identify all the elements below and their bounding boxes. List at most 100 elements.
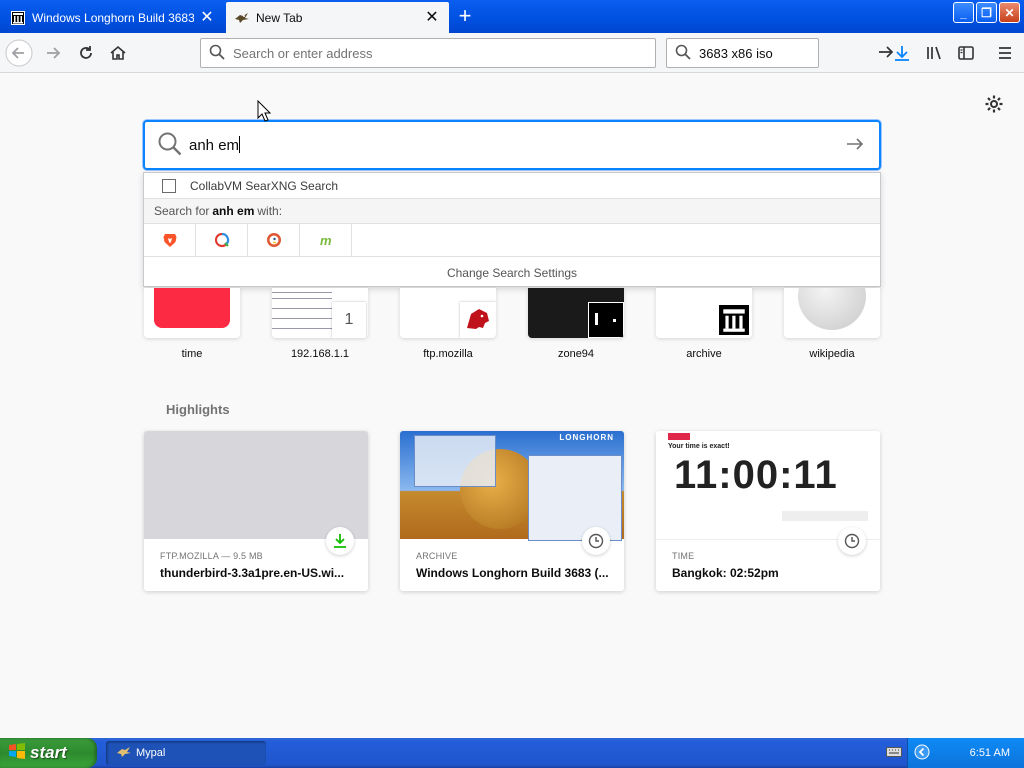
qwant-icon [214,232,229,248]
taskbar-item-mypal[interactable]: Mypal [106,741,266,765]
home-button[interactable] [104,39,132,67]
start-label: start [30,743,67,762]
taskbar: start Mypal 6:51 AM [0,738,1024,768]
highlight-image: Your time is exact! 11:00:11 [656,431,880,540]
newtab-search-box[interactable]: anh em [143,120,881,170]
suggestion-row[interactable]: CollabVM SearXNG Search [144,173,880,199]
time-caption: Your time is exact! [668,443,730,450]
search-input[interactable] [697,44,877,62]
top-site-time[interactable]: time [144,288,240,360]
download-icon [895,46,909,61]
highlight-source: ARCHIVE [416,551,458,561]
library-icon [927,46,941,60]
highlight-source: TIME [672,551,695,561]
top-site-badge: 1 [332,302,366,338]
forward-arrow-icon [47,47,61,59]
change-search-settings-button[interactable]: Change Search Settings [144,257,880,289]
close-tab-icon[interactable]: ✕ [425,9,439,25]
search-engine-list: m [144,224,880,257]
reload-button[interactable] [72,39,100,67]
highlight-card[interactable]: LONGHORN ARCHIVE Windows Longhorn Build … [400,431,624,591]
wikipedia-globe-icon [798,288,866,330]
taskbar-item-label: Mypal [136,747,166,759]
archive-icon [716,302,752,338]
time-logo [154,288,230,328]
suggestion-checkbox[interactable] [162,178,176,193]
search-go-arrow-icon[interactable] [845,134,865,157]
tray-collapse-icon[interactable] [914,744,930,763]
change-search-settings-label: Change Search Settings [446,266,578,280]
search-bar[interactable] [666,38,894,68]
top-site-zone94[interactable]: zone94 [528,288,624,360]
forward-button[interactable] [39,39,67,67]
top-site-thumbnail [656,288,752,338]
close-tab-icon[interactable]: ✕ [200,9,214,25]
menu-button[interactable] [991,39,1019,67]
restore-button[interactable]: ❐ [976,2,997,23]
search-icon [209,44,225,63]
duckduckgo-icon [266,233,281,247]
svg-text:m: m [320,233,332,248]
sidebar-icon [958,46,974,60]
download-icon [326,527,354,555]
highlight-title: Bangkok: 02:52pm [672,566,779,580]
reload-icon [80,46,92,59]
highlight-image: LONGHORN [400,431,624,541]
address-bar[interactable] [200,38,656,68]
minimize-button[interactable]: _ [953,2,974,23]
back-arrow-icon [5,39,33,67]
top-site-label: zone94 [557,348,595,360]
search-for-row: Search for anh em with: [144,199,880,224]
top-site-192-168-1-1[interactable]: 1 192.168.1.1 [272,288,368,360]
newtab-search-input[interactable]: anh em [189,136,845,154]
back-button[interactable] [5,39,33,67]
engine-brave[interactable] [144,224,196,256]
tab-label: Windows Longhorn Build 3683 (x86 [32,10,194,25]
top-site-label: ftp.mozilla [423,348,473,360]
highlight-title: Windows Longhorn Build 3683 (... [416,566,609,580]
top-site-label: time [181,348,203,360]
nav-toolbar [0,33,1024,73]
engine-qwant[interactable] [196,224,248,256]
close-window-button[interactable]: ✕ [999,2,1020,23]
library-button[interactable] [920,39,948,67]
highlight-card[interactable]: Your time is exact! 11:00:11 TIME Bangko… [656,431,880,591]
highlight-card[interactable]: FTP.MOZILLA — 9.5 MB thunderbird-3.3a1pr… [144,431,368,591]
top-site-wikipedia[interactable]: wikipedia [784,288,880,360]
tab-new-tab[interactable]: New Tab ✕ [226,2,449,33]
suggestion-label: CollabVM SearXNG Search [190,178,339,193]
engine-duckduckgo[interactable] [248,224,300,256]
home-icon [110,45,126,60]
gear-icon[interactable] [984,94,1004,114]
keyboard-icon[interactable] [886,746,902,761]
top-site-ftp-mozilla[interactable]: ftp.mozilla [400,288,496,360]
tab-label: New Tab [256,10,303,25]
hamburger-icon [999,47,1011,59]
window-controls: _ ❐ ✕ [953,2,1020,23]
downloads-button[interactable] [888,39,916,67]
sidebar-button[interactable] [952,39,980,67]
clock[interactable]: 6:51 AM [970,747,1010,759]
top-site-thumbnail [400,288,496,338]
search-icon [675,44,691,63]
search-for-prefix: Search for [154,204,210,218]
top-site-archive[interactable]: archive [656,288,752,360]
longhorn-logo-text: LONGHORN [559,433,614,442]
top-site-label: wikipedia [809,348,855,360]
address-input[interactable] [231,44,655,62]
zone94-icon [588,302,624,338]
highlight-title: thunderbird-3.3a1pre.en-US.wi... [160,566,345,580]
time-table [782,511,868,521]
mozilla-dino-icon [460,302,496,338]
search-for-suffix: with: [257,204,283,218]
brave-icon [163,234,176,247]
engine-mojeek[interactable]: m [300,224,352,256]
mojeek-icon: m [320,233,332,248]
new-tab-button[interactable]: + [452,4,478,30]
tab-strip: Windows Longhorn Build 3683 (x86 ✕ New T… [0,0,1024,33]
time-is-tag [668,433,690,440]
start-button[interactable]: start [0,738,97,768]
tab-windows-longhorn[interactable]: Windows Longhorn Build 3683 (x86 ✕ [2,2,224,33]
time-display: 11:00:11 [674,453,838,497]
search-query-text: anh em [189,137,240,154]
